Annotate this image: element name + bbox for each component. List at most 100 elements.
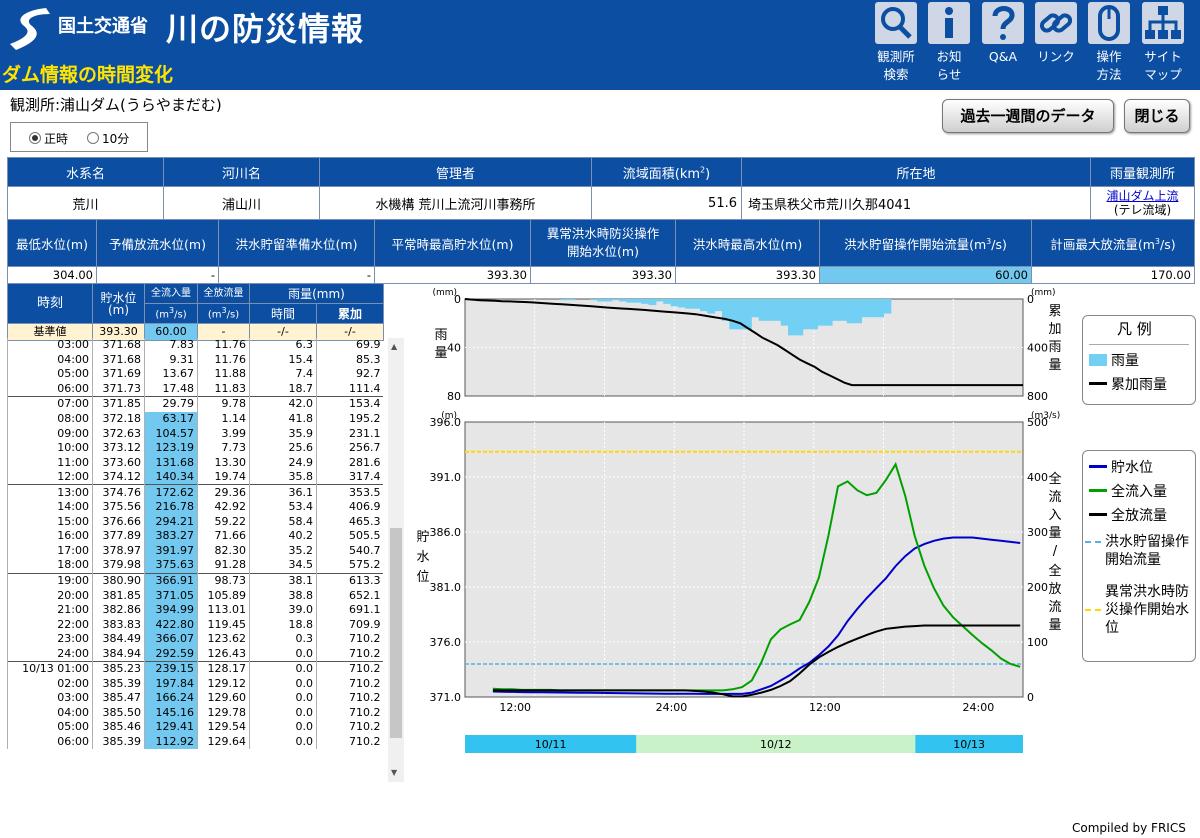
table-cell: 385.46 [92, 720, 145, 735]
table-cell: 21:00 [7, 602, 93, 618]
header-flood-prep-level: 洪水貯留準備水位(m) [218, 219, 375, 267]
flow-xtick: 12:00 [499, 701, 531, 714]
table-cell: 166.24 [144, 691, 198, 706]
radio-10min[interactable]: 10分 [87, 130, 129, 147]
table-cell: 378.97 [92, 543, 145, 559]
table-cell: 575.2 [316, 558, 383, 574]
table-cell: 375.63 [144, 558, 198, 574]
table-row: 04:00 385.50 145.16 129.78 0.0 710.2 [7, 705, 383, 721]
table-cell: 06:00 [7, 734, 93, 750]
rain-bar [604, 299, 613, 302]
table-cell: 15.4 [249, 352, 317, 368]
table-scrollbar[interactable]: ▲ ▼ [388, 338, 404, 782]
close-button[interactable]: 閉じる [1124, 99, 1190, 133]
flow-y2tick: 100 [1027, 636, 1048, 649]
table-cell: 19:00 [7, 572, 93, 589]
table-cell: 381.85 [92, 588, 145, 603]
table-cell: 0.0 [249, 676, 317, 692]
table-cell: 7.4 [249, 367, 317, 382]
table-cell: 372.18 [92, 411, 145, 427]
link-icon [1035, 2, 1077, 44]
table-cell: 353.5 [316, 484, 383, 501]
table-cell: 63.17 [144, 411, 198, 427]
date-band-label: 10/13 [953, 738, 985, 751]
header-water-system: 水系名 [7, 157, 164, 187]
nav-links[interactable]: リンク [1029, 0, 1083, 90]
table-cell: 71.66 [197, 529, 250, 544]
table-cell: 22:00 [7, 617, 93, 632]
table-row: 10/13 01:00 385.23 239.15 128.17 0.0 710.2 [7, 661, 383, 677]
table-cell: 18.7 [249, 381, 317, 397]
rain-bar [868, 299, 877, 318]
table-cell: 710.2 [316, 705, 383, 721]
table-row: 19:00 380.90 366.91 98.73 38.1 613.3 [7, 572, 383, 589]
table-cell: 129.41 [144, 720, 198, 735]
legend-emergency-level: 異常洪水時防災操作開始水位 [1085, 583, 1189, 637]
table-cell: 373.12 [92, 440, 145, 456]
rain-bar [655, 299, 664, 302]
table-cell: 12:00 [7, 469, 93, 485]
table-cell: 13:00 [7, 484, 93, 501]
legend-flood-start-flow: 洪水貯留操作開始流量 [1085, 533, 1189, 569]
radio-hourly[interactable]: 正時 [29, 130, 68, 147]
table-cell: 709.9 [316, 617, 383, 632]
dam-info-table: 水系名 河川名 管理者 流域面積(km2) 所在地 雨量観測所 荒川 浦山川 水… [7, 157, 1195, 220]
flow-y2label: 入 [1048, 508, 1061, 523]
page-heading: ダム情報の時間変化 [2, 64, 174, 86]
nav-how-to-use[interactable]: 操作 方法 [1082, 0, 1136, 90]
table-cell: 371.69 [92, 367, 145, 382]
table-cell: 216.78 [144, 500, 198, 515]
table-cell: 36.1 [249, 484, 317, 501]
flow-y2label: 流 [1048, 600, 1061, 615]
table-cell: 6.3 [249, 338, 317, 353]
header-min-level: 最低水位(m) [7, 219, 97, 267]
table-cell: 13.67 [144, 367, 198, 382]
table-cell: 7.83 [144, 338, 198, 353]
timeseries-rows[interactable]: 03:00 371.68 7.83 11.76 6.3 69.9 04:00 371.68 9.… [7, 338, 383, 784]
table-cell: 384.49 [92, 631, 145, 647]
rain-bar [699, 299, 708, 312]
rain-station-link[interactable]: 浦山ダム上流 [1106, 189, 1178, 203]
table-cell: 317.4 [316, 469, 383, 485]
table-row: 11:00 373.60 131.68 13.30 24.9 281.6 [7, 455, 383, 470]
rain-bar [677, 299, 686, 308]
table-cell: 385.39 [92, 676, 145, 692]
table-cell: 129.60 [197, 691, 250, 706]
rain-bar [788, 299, 796, 336]
table-cell: 38.1 [249, 572, 317, 589]
table-cell: 376.66 [92, 514, 145, 530]
table-cell: 374.12 [92, 469, 145, 485]
nav-station-search[interactable]: 観測所 検索 [869, 0, 923, 90]
scroll-down-icon[interactable]: ▼ [391, 768, 397, 777]
rain-bar [854, 299, 862, 324]
table-cell: 383.27 [144, 529, 198, 544]
table-cell: 59.22 [197, 514, 250, 530]
scroll-up-icon[interactable]: ▲ [391, 342, 397, 351]
legend-rain: 雨量 [1089, 352, 1139, 370]
river-value: 浦山川 [163, 186, 320, 220]
table-cell: 379.98 [92, 558, 145, 574]
rain-bar [861, 299, 870, 318]
table-row: 24:00 384.94 292.59 126.43 0.0 710.2 [7, 646, 383, 662]
nav-sitemap[interactable]: サイト マップ [1136, 0, 1190, 90]
legend-cumulative-rain: 累加雨量 [1089, 376, 1167, 394]
table-cell: 710.2 [316, 631, 383, 647]
river-logo-icon[interactable] [6, 4, 52, 54]
flow-ylabel: 水 [416, 550, 429, 565]
table-row: 04:00 371.68 9.31 11.76 15.4 85.3 [7, 352, 383, 368]
sitemap-icon [1142, 2, 1184, 44]
rain-bar [714, 299, 723, 312]
past-week-data-button[interactable]: 過去一週間のデータ [942, 99, 1114, 133]
nav-notices[interactable]: お知 らせ [922, 0, 976, 90]
table-cell: 294.21 [144, 514, 198, 530]
question-icon [982, 2, 1024, 44]
nav-qa[interactable]: Q&A [976, 0, 1030, 90]
table-row: 05:00 385.46 129.41 129.54 0.0 710.2 [7, 720, 383, 735]
site-title[interactable]: 川の防災情報 [166, 4, 364, 50]
table-cell: 0.0 [249, 691, 317, 706]
scrollbar-thumb[interactable] [390, 528, 402, 738]
flow-yunit: (m) [441, 411, 457, 421]
table-cell: 9.31 [144, 352, 198, 368]
table-cell: 292.59 [144, 646, 198, 662]
radio-checked-icon [29, 132, 41, 144]
